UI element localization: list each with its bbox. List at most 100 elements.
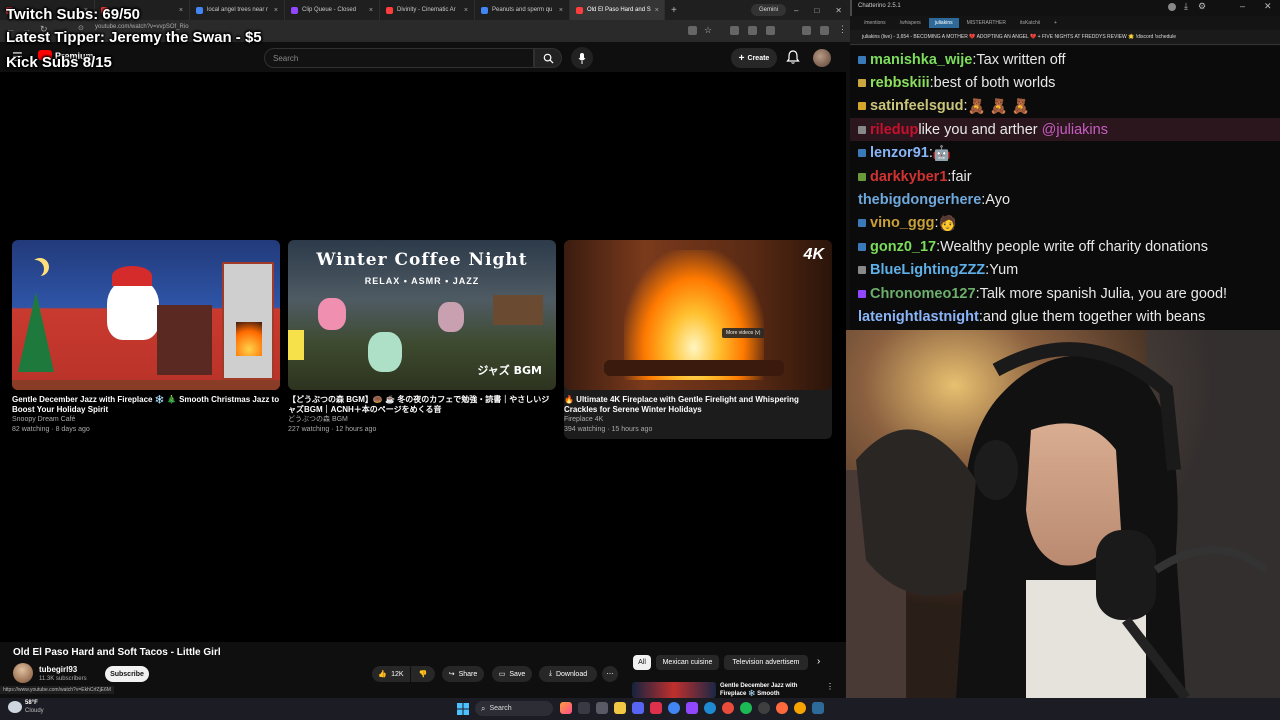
- chat-username[interactable]: latenightlastnight: [858, 309, 979, 325]
- chat-username[interactable]: darkkyber1: [870, 169, 947, 185]
- channel-avatar[interactable]: [13, 663, 33, 683]
- chat-message[interactable]: thebigdongerhere: Ayo: [850, 188, 1280, 211]
- tab-close-icon[interactable]: ×: [179, 7, 183, 14]
- browser-tab[interactable]: Old El Paso Hard and S ×: [570, 0, 665, 20]
- chat-username[interactable]: BlueLightingZZZ: [870, 262, 985, 278]
- chat-mention[interactable]: @juliakins: [1042, 122, 1108, 138]
- chat-message[interactable]: latenightlastnight: and glue them togeth…: [850, 305, 1280, 328]
- chat-message[interactable]: BlueLightingZZZ: Yum: [850, 259, 1280, 282]
- twitch-icon[interactable]: [686, 702, 698, 714]
- weather-description[interactable]: Cloudy: [25, 708, 44, 714]
- end-screen-card-3[interactable]: 4K 🔥 Ultimate 4K Fireplace with Gentle F…: [564, 240, 832, 439]
- spotify-icon[interactable]: [740, 702, 752, 714]
- video-thumbnail-3[interactable]: 4K: [564, 240, 832, 390]
- chat-username[interactable]: thebigdongerhere: [858, 192, 981, 208]
- tab-close-icon[interactable]: ×: [559, 7, 563, 14]
- minimize-icon[interactable]: –: [1240, 1, 1245, 11]
- taskbar-app-icon-1[interactable]: [560, 702, 572, 714]
- weather-temperature[interactable]: 58°F: [25, 700, 38, 706]
- dislike-button[interactable]: 👎: [411, 666, 435, 682]
- card-title-1[interactable]: Gentle December Jazz with Fireplace ❄️ 🎄…: [12, 395, 280, 415]
- chat-username[interactable]: satinfeelsgud: [870, 98, 963, 114]
- search-button[interactable]: [534, 48, 562, 68]
- card-channel-3[interactable]: Fireplace 4K: [564, 415, 832, 425]
- chat-tab[interactable]: MISTERARTHER: [961, 18, 1012, 28]
- extension-icon[interactable]: [730, 26, 739, 35]
- profile-icon[interactable]: [802, 26, 811, 35]
- create-button[interactable]: + Create: [731, 48, 777, 68]
- minimize-window-icon[interactable]: –: [786, 6, 806, 15]
- chip-television-ads[interactable]: Television advertisem: [724, 655, 808, 670]
- file-explorer-icon[interactable]: [614, 702, 626, 714]
- related-video-thumbnail[interactable]: [632, 682, 716, 698]
- chat-message[interactable]: Chronomeo127: Talk more spanish Julia, y…: [850, 282, 1280, 305]
- browser-tab[interactable]: Divinity - Cinematic Ar ×: [380, 0, 475, 20]
- tab-close-icon[interactable]: ×: [655, 7, 659, 14]
- gemini-button[interactable]: Gemini: [750, 4, 786, 16]
- channel-name[interactable]: tubegirl93: [39, 665, 77, 674]
- chevron-right-icon[interactable]: ›: [817, 656, 820, 667]
- obs-icon[interactable]: [758, 702, 770, 714]
- chat-badge-icon[interactable]: [858, 149, 866, 158]
- search-input[interactable]: Search: [264, 48, 534, 68]
- chat-badge-icon[interactable]: [858, 219, 866, 228]
- add-chat-tab-icon[interactable]: +: [1048, 18, 1063, 28]
- subscribe-button[interactable]: Subscribe: [105, 666, 149, 682]
- cast-icon[interactable]: [688, 26, 697, 35]
- chrome-icon[interactable]: [668, 702, 680, 714]
- close-icon[interactable]: ✕: [1264, 1, 1272, 12]
- video-thumbnail-2[interactable]: Winter Coffee Night RELAX • ASMR • JAZZ …: [288, 240, 556, 390]
- chat-username[interactable]: gonz0_17: [870, 239, 936, 255]
- puzzle-icon[interactable]: [748, 26, 757, 35]
- chat-tab[interactable]: juliakins: [928, 18, 959, 28]
- discord-icon[interactable]: [632, 702, 644, 714]
- downloads-icon[interactable]: [766, 26, 775, 35]
- chat-username[interactable]: riledup: [870, 122, 918, 138]
- card-title-2[interactable]: 【どうぶつの森 BGM】🍩 ☕ 冬の夜のカフェで勉強・読書｜やさしいジャズBGM…: [288, 395, 556, 415]
- chat-message[interactable]: lenzor91: 🤖: [850, 142, 1280, 165]
- tab-close-icon[interactable]: ×: [369, 7, 373, 14]
- chat-tab[interactable]: /mentions: [858, 18, 892, 28]
- account-avatar[interactable]: [813, 49, 831, 67]
- chat-badge-icon[interactable]: [858, 125, 866, 134]
- taskbar-search[interactable]: ⌕ Search: [475, 701, 553, 716]
- share-button[interactable]: ↪ Share: [442, 666, 484, 682]
- chat-badge-icon[interactable]: [858, 266, 866, 275]
- chat-username[interactable]: rebbskiii: [870, 75, 930, 91]
- task-view-icon[interactable]: [596, 702, 608, 714]
- taskbar-app-icon-2[interactable]: [578, 702, 590, 714]
- account-icon[interactable]: [820, 26, 829, 35]
- maximize-window-icon[interactable]: □: [806, 6, 827, 15]
- edge-icon[interactable]: [704, 702, 716, 714]
- video-thumbnail-1[interactable]: [12, 240, 280, 390]
- chat-badge-icon[interactable]: [858, 78, 866, 87]
- chat-badge-icon[interactable]: [858, 102, 866, 111]
- browser-tab[interactable]: local angel trees near r ×: [190, 0, 285, 20]
- bookmark-star-icon[interactable]: ☆: [704, 25, 712, 36]
- card-channel-1[interactable]: Snoopy Dream Café: [12, 415, 280, 425]
- chat-badge-icon[interactable]: [858, 242, 866, 251]
- chat-message[interactable]: satinfeelsgud: 🧸 🧸 🧸: [850, 95, 1280, 118]
- tab-close-icon[interactable]: ×: [464, 7, 468, 14]
- chat-username[interactable]: Chronomeo127: [870, 286, 976, 302]
- taskbar-app-icon-3[interactable]: [650, 702, 662, 714]
- tab-close-icon[interactable]: ×: [274, 7, 278, 14]
- taskbar-app-icon-4[interactable]: [722, 702, 734, 714]
- new-tab-icon[interactable]: +: [665, 5, 683, 16]
- chat-message[interactable]: riledup like you and arther @juliakins: [850, 118, 1280, 142]
- chat-badge-icon[interactable]: [858, 55, 866, 64]
- windows-start-icon[interactable]: [457, 702, 469, 715]
- chat-badge-icon[interactable]: [858, 172, 866, 181]
- related-menu-icon[interactable]: ⋮: [826, 682, 834, 691]
- chat-user-icon[interactable]: [1168, 3, 1176, 11]
- chat-settings-gear-icon[interactable]: ⚙: [1198, 1, 1206, 12]
- taskbar-app-icon-5[interactable]: [776, 702, 788, 714]
- browser-tab[interactable]: Clip Queue - Closed ×: [285, 0, 380, 20]
- chat-tab[interactable]: itsKatchii: [1014, 18, 1046, 28]
- chat-message[interactable]: gonz0_17: Wealthy people write off chari…: [850, 235, 1280, 258]
- download-button[interactable]: ⤓ Download: [539, 666, 597, 682]
- more-actions-button[interactable]: ⋯: [602, 666, 618, 682]
- chat-username[interactable]: vino_ggg: [870, 215, 934, 231]
- taskbar-app-icon-6[interactable]: [794, 702, 806, 714]
- chat-download-icon[interactable]: ⤓: [1184, 1, 1188, 12]
